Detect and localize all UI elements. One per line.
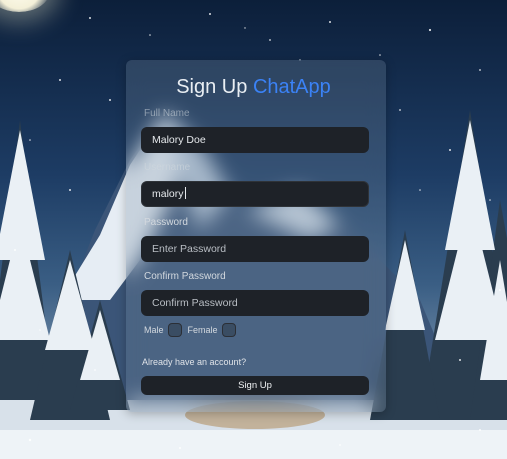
username-input[interactable]: malory bbox=[141, 181, 369, 207]
background-scene: Sign Up ChatApp Full Name Malory Doe Use… bbox=[0, 0, 507, 459]
title-text: Sign Up bbox=[176, 76, 248, 98]
female-checkbox[interactable] bbox=[221, 323, 236, 337]
male-label: Male bbox=[144, 325, 164, 335]
password-placeholder: Enter Password bbox=[152, 243, 227, 255]
brand-name: ChatApp bbox=[252, 76, 331, 98]
password-label: Password bbox=[144, 217, 188, 228]
confirm-password-placeholder: Confirm Password bbox=[152, 297, 238, 309]
confirm-password-label: Confirm Password bbox=[144, 271, 226, 282]
gender-selector: Male Female bbox=[144, 321, 242, 339]
password-input[interactable]: Enter Password bbox=[141, 236, 369, 262]
fullname-label: Full Name bbox=[144, 108, 190, 119]
confirm-password-input[interactable]: Confirm Password bbox=[141, 290, 369, 316]
male-checkbox[interactable] bbox=[167, 323, 182, 337]
fullname-input[interactable]: Malory Doe bbox=[141, 127, 369, 153]
fullname-value: Malory Doe bbox=[152, 134, 206, 146]
username-value: malory bbox=[152, 188, 184, 200]
login-link[interactable]: Already have an account? bbox=[142, 357, 246, 367]
female-label: Female bbox=[187, 325, 218, 335]
page-title: Sign Up ChatApp bbox=[0, 76, 507, 99]
text-caret bbox=[184, 187, 186, 199]
username-label: Username bbox=[144, 162, 191, 173]
signup-button[interactable]: Sign Up bbox=[141, 376, 369, 395]
